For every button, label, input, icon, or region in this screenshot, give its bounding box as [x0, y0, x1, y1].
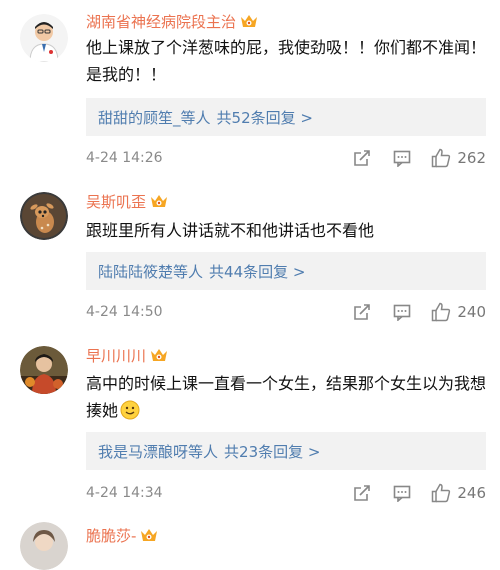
share-button[interactable] — [353, 303, 371, 321]
username-row: 早川川川 — [86, 344, 168, 366]
username-row: 湖南省神经病院段主治 — [86, 10, 258, 32]
vip-crown-icon — [150, 193, 168, 209]
reply-summary-button[interactable]: 陆陆陆筱楚 等人 共44条回复 > — [86, 252, 486, 290]
reply-names: 甜甜的顾笙_ — [98, 108, 181, 127]
reply-mid-text: 等人 — [188, 442, 219, 461]
share-icon — [354, 485, 371, 501]
like-count: 240 — [457, 303, 486, 321]
username-row: 脆脆莎- — [86, 524, 158, 546]
doctor-avatar[interactable] — [20, 14, 68, 62]
reply-button[interactable] — [393, 149, 411, 167]
comment-text: 跟班里所有人讲话就不和他讲话也不看他 — [86, 221, 375, 240]
username[interactable]: 吴斯叽歪 — [86, 191, 146, 212]
reply-button[interactable] — [393, 484, 411, 502]
share-button[interactable] — [353, 149, 371, 167]
person-avatar[interactable] — [20, 522, 68, 570]
timestamp: 4-24 14:34 — [86, 485, 163, 501]
comment-footer: 4-24 14:50 240 — [86, 300, 486, 324]
comment-icon — [394, 485, 411, 502]
comment-icon — [394, 304, 411, 321]
username[interactable]: 湖南省神经病院段主治 — [86, 11, 236, 32]
vip-crown-icon — [140, 527, 158, 543]
share-icon — [354, 304, 371, 320]
thumbs-up-icon — [432, 302, 451, 322]
vip-crown-icon — [240, 13, 258, 29]
deer-avatar[interactable] — [20, 192, 68, 240]
like-count: 262 — [457, 149, 486, 167]
like-button[interactable]: 246 — [431, 483, 486, 503]
vip-crown-icon — [150, 347, 168, 363]
reply-mid-text: 等人 — [180, 108, 211, 127]
thumbs-up-icon — [432, 483, 451, 503]
timestamp: 4-24 14:50 — [86, 304, 163, 320]
like-count: 246 — [457, 484, 486, 502]
thumbs-up-icon — [432, 148, 451, 168]
comment-text: 高中的时候上课一直看一个女生，结果那个女生以为我想揍她 — [86, 370, 486, 424]
username[interactable]: 早川川川 — [86, 345, 146, 366]
person-avatar[interactable] — [20, 346, 68, 394]
comment-footer: 4-24 14:34 246 — [86, 481, 486, 505]
reply-summary-button[interactable]: 我是马漂酿呀 等人 共23条回复 > — [86, 432, 486, 470]
like-button[interactable]: 240 — [431, 302, 486, 322]
reply-button[interactable] — [393, 303, 411, 321]
like-button[interactable]: 262 — [431, 148, 486, 168]
comment-footer: 4-24 14:26 262 — [86, 146, 486, 170]
share-icon — [354, 150, 371, 166]
comment-icon — [394, 150, 411, 167]
share-button[interactable] — [353, 484, 371, 502]
reply-count: 共52条回复 > — [216, 108, 313, 127]
comment-text: 他上课放了个洋葱味的屁，我使劲吸！！你们都不准闻！是我的！！ — [86, 38, 487, 84]
comment-text-body: 高中的时候上课一直看一个女生，结果那个女生以为我想揍她 — [86, 374, 487, 420]
reply-count: 共23条回复 > — [224, 442, 321, 461]
username[interactable]: 脆脆莎- — [86, 525, 136, 546]
reply-count: 共44条回复 > — [209, 262, 306, 281]
timestamp: 4-24 14:26 — [86, 150, 163, 166]
username-row: 吴斯叽歪 — [86, 190, 168, 212]
reply-names: 我是马漂酿呀 — [98, 442, 189, 461]
reply-mid-text: 等人 — [173, 262, 204, 281]
reply-names: 陆陆陆筱楚 — [98, 262, 174, 281]
reply-summary-button[interactable]: 甜甜的顾笙_ 等人 共52条回复 > — [86, 98, 486, 136]
smile-emoji-icon — [120, 400, 140, 420]
